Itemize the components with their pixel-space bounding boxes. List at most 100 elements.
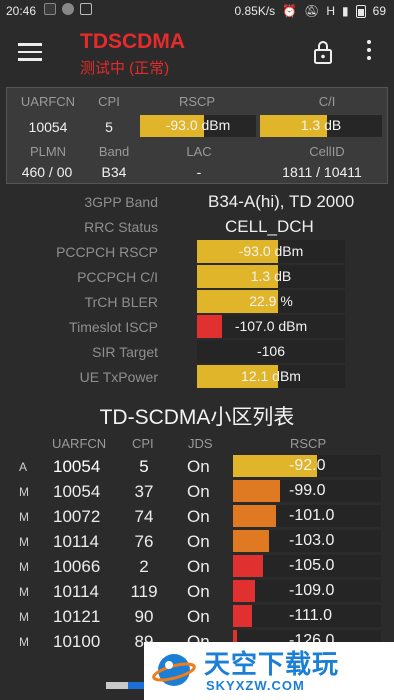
rscp-bar: -93.0 dBm [140,115,256,137]
status-right: 0.85K/s ⏰ 🔕︎ H ▮ 69 [234,4,386,18]
detail-bar-timeslot-iscp: -107.0 dBm [197,315,345,338]
detail-value-ue-txpower: 12.1 dBm [241,368,301,384]
plmn-header: PLMN [29,144,67,159]
detail-label-trch-bler: TrCH BLER [84,294,158,310]
cell-uarfcn: 10066 [53,557,101,576]
cell-rscp: -103.0 [289,532,335,549]
rscp-bar-fill [233,555,263,577]
cell-cpi: 90 [134,607,154,626]
cell-type: M [19,635,29,649]
rscp-bar: -105.0 [233,555,381,577]
detail-label-3gpp-band: 3GPP Band [84,194,158,210]
table-row[interactable]: A 10054 5 On -92.0 [0,454,394,479]
table-row[interactable]: M 10072 74 On -101.0 [0,504,394,529]
cell-cpi: 76 [134,532,154,551]
uarfcn-header: UARFCN [20,94,76,109]
lac-value: - [196,164,202,180]
cell-uarfcn: 10054 [53,482,101,501]
cell-type: M [19,535,29,549]
detail-label-sir-target: SIR Target [92,344,158,360]
ci-value: 1.3 dB [300,117,342,133]
cell-uarfcn: 10072 [53,507,101,526]
more-vert-icon[interactable] [364,40,374,64]
weibo-icon [44,3,56,15]
cell-jds: On [187,457,210,476]
rscp-value: -93.0 dBm [165,117,231,133]
watermark-brand: 天空下载玩 [204,649,340,679]
detail-bar-trch-bler: 22.9 % [197,290,345,313]
table-row[interactable]: M 10121 90 On -111.0 [0,604,394,629]
app-bar: TDSCDMA 测试中 (正常) [0,24,394,80]
rscp-bar: -103.0 [233,530,381,552]
cell-jds: On [187,507,210,526]
rscp-bar-fill [233,605,253,627]
cell-type: M [19,610,29,624]
summary-panel: UARFCN CPI RSCP C/I 10054 5 -93.0 dBm 1.… [6,87,388,184]
app-title: TDSCDMA [80,30,185,53]
cell-rscp: -92.0 [289,457,326,474]
cell-uarfcn: 10100 [53,632,101,651]
band-header: Band [98,144,130,159]
detail-value-sir-target: -106 [256,343,286,359]
ci-bar: 1.3 dB [260,115,382,137]
rscp-bar-fill [233,505,276,527]
table-row[interactable]: M 10114 76 On -103.0 [0,529,394,554]
cell-jds: On [187,582,210,601]
detail-label-timeslot-iscp: Timeslot ISCP [69,319,158,335]
cell-list-title: TD-SCDMA小区列表 [99,406,295,429]
rscp-bar: -99.0 [233,480,381,502]
cell-cpi: 37 [134,482,154,501]
wechat-icon [62,3,74,15]
silent-icon: 🔕︎ [304,4,320,18]
detail-bar-sir-target: -106 [197,340,345,363]
col-header-jds: JDS [188,436,213,451]
cell-cpi: 74 [134,507,154,526]
notification-icons [44,3,92,15]
lock-icon[interactable] [312,40,334,64]
cell-uarfcn: 10114 [53,582,100,601]
cell-type: M [19,585,29,599]
detail-label-ue-txpower: UE TxPower [79,369,158,385]
table-row[interactable]: M 10066 2 On -105.0 [0,554,394,579]
cell-jds: On [187,532,210,551]
cell-cpi: 2 [139,557,149,576]
cellid-value: 1811 / 10411 [282,164,362,180]
cell-uarfcn: 10054 [53,457,101,476]
rscp-bar: -101.0 [233,505,381,527]
cell-cpi: 5 [139,457,149,476]
net-speed: 0.85K/s [234,4,276,18]
cell-rscp: -109.0 [289,582,335,599]
status-bar: 20:46 0.85K/s ⏰ 🔕︎ H ▮ 69 [0,0,394,24]
lac-header: LAC [186,144,212,159]
cell-type: M [19,510,29,524]
cell-rscp: -105.0 [289,557,335,574]
battery-icon [355,4,366,18]
cell-uarfcn: 10121 [53,607,101,626]
cell-type: M [19,485,29,499]
rscp-bar-fill [233,480,281,502]
menu-icon[interactable] [18,43,42,61]
table-row[interactable]: M 10114 119 On -109.0 [0,579,394,604]
detail-value-pccpch-ci: 1.3 dB [250,268,292,284]
cell-jds: On [187,557,210,576]
rscp-bar-fill [233,530,269,552]
network-type: H [326,4,336,18]
detail-value-3gpp-band: B34-A(hi), TD 2000 [208,192,355,211]
band-value: B34 [101,164,127,180]
detail-bar-pccpch-rscp: -93.0 dBm [197,240,345,263]
col-header-uarfcn: UARFCN [52,436,107,451]
cpi-header: CPI [98,94,120,109]
table-row[interactable]: M 10054 37 On -99.0 [0,479,394,504]
uarfcn-value: 10054 [28,119,68,135]
watermark-logo: 天空下载玩 SKYXZW.COM [144,642,394,700]
col-header-cpi: CPI [132,436,154,451]
rscp-bar: -111.0 [233,605,381,627]
cell-type: A [19,460,28,474]
rscp-bar: -109.0 [233,580,381,602]
cell-uarfcn: 10114 [53,532,100,551]
rscp-header: RSCP [178,94,216,109]
cellid-header: CellID [309,144,345,159]
cell-rscp: -101.0 [289,507,335,524]
cpi-value: 5 [105,119,113,135]
app-subtitle: 测试中 (正常) [80,60,170,77]
